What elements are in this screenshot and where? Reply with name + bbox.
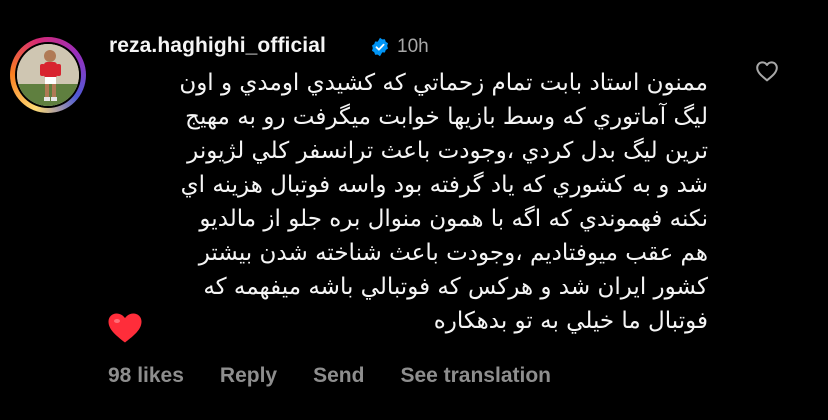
red-heart-emoji [108, 313, 142, 343]
see-translation-button[interactable]: See translation [400, 364, 551, 388]
send-button[interactable]: Send [313, 364, 364, 388]
avatar-frame [15, 42, 81, 108]
verified-badge-icon [372, 37, 388, 57]
avatar-photo [17, 44, 79, 106]
comment-timestamp: 10h [397, 36, 429, 57]
comment-text: ممنون استاد بابت تمام زحماتي كه كشيدي او… [179, 70, 708, 334]
reply-button[interactable]: Reply [220, 364, 277, 388]
likes-count[interactable]: 98 likes [108, 364, 184, 388]
avatar[interactable] [10, 37, 86, 113]
avatar-player-figure [17, 44, 79, 106]
heart-outline-icon[interactable] [755, 60, 779, 82]
comment-actions: 98 likes Reply Send See translation [108, 361, 551, 391]
username[interactable]: reza.haghighi_official [109, 34, 326, 58]
comment: reza.haghighi_official 10h ممنون استاد ب… [0, 0, 828, 420]
